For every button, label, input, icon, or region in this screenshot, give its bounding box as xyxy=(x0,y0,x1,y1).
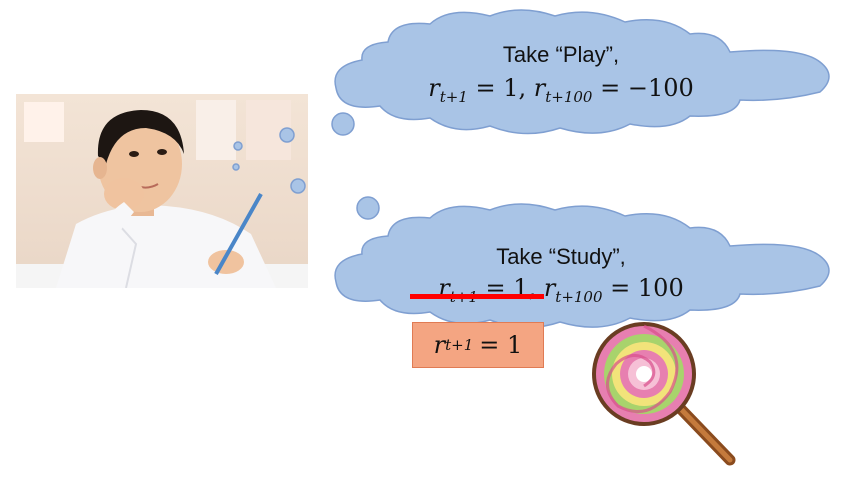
thought-bubble-3 xyxy=(279,127,295,143)
corrected-reward-box: r t+1 = 1 xyxy=(412,322,544,368)
thought-bubble-1 xyxy=(233,141,243,151)
cloud-play-label: Take “Play”, xyxy=(502,42,620,67)
thought-bubble-4 xyxy=(290,178,306,194)
thought-bubble-5 xyxy=(331,112,355,136)
cloud-play-text: Take “Play”, rt+1 = 1, rt+100 = −100 xyxy=(396,42,726,106)
cloud-study-label: Take “Study”, xyxy=(496,244,626,269)
cloud-play-equation: rt+1 = 1, rt+100 = −100 xyxy=(428,74,694,106)
thought-bubble-2 xyxy=(232,163,240,171)
lollipop-icon xyxy=(592,322,736,466)
cloud-study-equation: rt+1 = 1, rt+100 = 100 xyxy=(438,274,684,306)
strike-line xyxy=(410,294,544,299)
thought-bubble-6 xyxy=(356,196,380,220)
